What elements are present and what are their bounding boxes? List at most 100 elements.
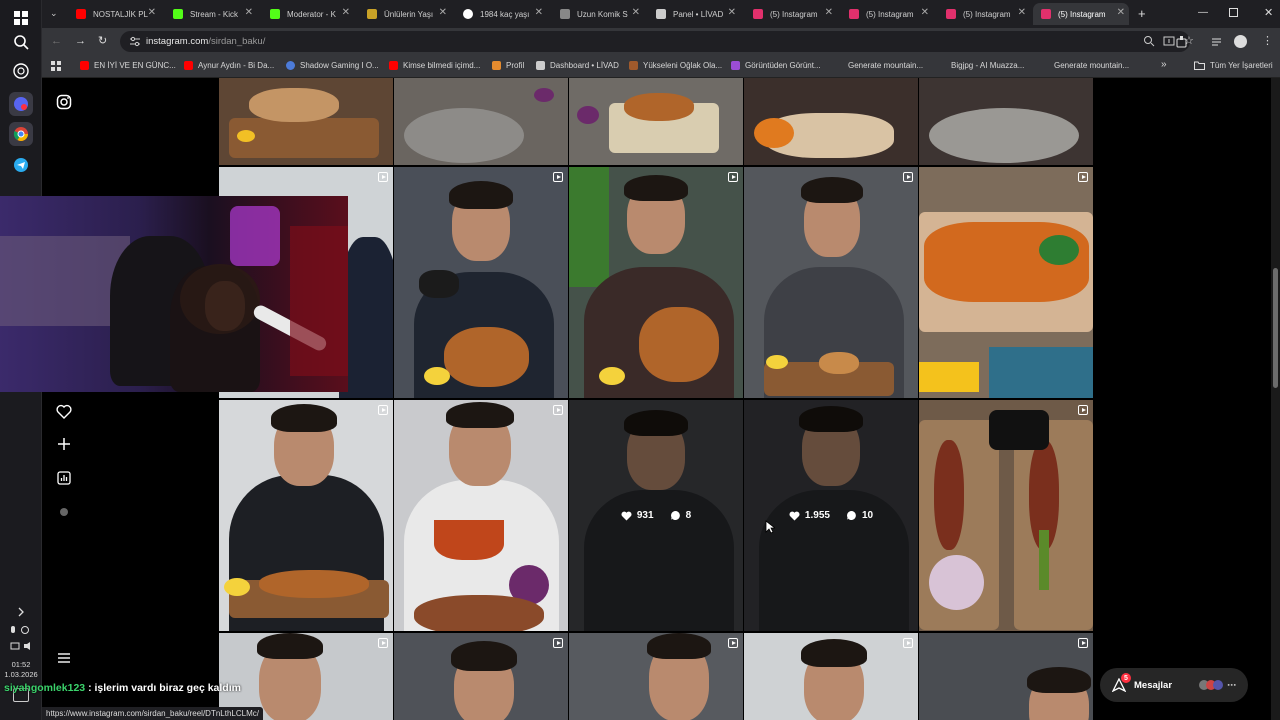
tab-3[interactable]: Ünlülerin Yaşı ✕ [359, 3, 451, 25]
tab-5[interactable]: Uzun Komik S ✕ [552, 3, 644, 25]
instagram-icon [1041, 9, 1051, 19]
extensions-icon[interactable] [1176, 36, 1188, 48]
bookmark-0[interactable]: EN İYİ VE EN GÜNC... [80, 61, 176, 70]
menu-kebab-icon[interactable]: ⋮ [1262, 34, 1273, 47]
post-thumbnail[interactable] [919, 167, 1093, 398]
tab-close-icon[interactable]: ✕ [1018, 7, 1026, 18]
zoom-icon[interactable] [1143, 35, 1155, 47]
messages-button[interactable]: 5 Mesajlar ⋯ [1100, 668, 1248, 702]
forward-icon[interactable]: → [75, 35, 86, 47]
notifications-heart-icon[interactable] [54, 401, 74, 421]
telegram-icon[interactable] [9, 153, 33, 177]
post-thumbnail-hovered[interactable]: 931 8 [569, 400, 743, 631]
post-thumbnail[interactable] [919, 633, 1093, 720]
tab-active[interactable]: (5) Instagram ✕ [1033, 3, 1129, 25]
instagram-logo-icon[interactable] [54, 92, 74, 112]
network-volume-icon[interactable] [9, 634, 33, 658]
new-tab-button[interactable]: + [1138, 6, 1146, 21]
post-thumbnail[interactable] [219, 78, 393, 165]
post-thumbnail[interactable] [744, 633, 918, 720]
bookmark-10[interactable]: Generate mountain... [1054, 61, 1129, 70]
tab-close-icon[interactable]: ✕ [148, 7, 156, 18]
tab-close-icon[interactable]: ✕ [825, 7, 833, 18]
tab-2[interactable]: Moderator - K ✕ [262, 3, 354, 25]
toolbar: ← → ↻ instagram.com/sirdan_baku/ ☆ ⋮ [42, 28, 1280, 55]
comment-icon [846, 511, 856, 520]
discord-app-icon[interactable] [9, 92, 33, 116]
post-thumbnail[interactable] [394, 78, 568, 165]
tab-1[interactable]: Stream - Kick ✕ [165, 3, 257, 25]
post-thumbnail[interactable] [744, 78, 918, 165]
post-thumbnail[interactable] [919, 400, 1093, 631]
youtube-icon [389, 61, 398, 70]
tab-9[interactable]: (5) Instagram ✕ [938, 3, 1030, 25]
instagram-icon [849, 9, 859, 19]
bookmark-7[interactable]: Görüntüden Görünt... [731, 61, 821, 70]
post-thumbnail-hovered[interactable]: 1.955 10 [744, 400, 918, 631]
tab-close-icon[interactable]: ✕ [1117, 7, 1125, 18]
more-bookmarks-button[interactable]: » [1161, 59, 1167, 70]
bookmark-5[interactable]: Dashboard • LİVAD [536, 61, 619, 70]
minimize-icon[interactable]: — [1198, 7, 1208, 18]
media-controls-icon[interactable] [1211, 36, 1223, 48]
dashboard-chart-icon[interactable] [54, 468, 74, 488]
clock-date: 1.03.2026 [4, 670, 38, 679]
chrome-icon[interactable] [9, 122, 33, 146]
bookmark-9[interactable]: Bigjpg - AI Muazza... [951, 61, 1024, 70]
tab-close-icon[interactable]: ✕ [921, 7, 929, 18]
create-plus-icon[interactable] [54, 434, 74, 454]
windows-start-icon[interactable] [9, 6, 33, 30]
post-thumbnail[interactable] [394, 167, 568, 398]
tab-close-icon[interactable]: ✕ [245, 7, 253, 18]
site-info-icon[interactable] [129, 36, 141, 47]
scrollbar-thumb[interactable] [1273, 268, 1278, 388]
close-window-icon[interactable]: ✕ [1264, 6, 1273, 19]
post-thumbnail[interactable] [394, 400, 568, 631]
all-bookmarks-folder[interactable]: Tüm Yer İşaretleri [1194, 61, 1273, 70]
tab-close-icon[interactable]: ✕ [728, 7, 736, 18]
post-thumbnail[interactable] [219, 400, 393, 631]
restore-icon[interactable] [1229, 8, 1238, 17]
tab-7[interactable]: (5) Instagram ✕ [745, 3, 837, 25]
tab-close-icon[interactable]: ✕ [535, 7, 543, 18]
bookmark-4[interactable]: Profil [492, 61, 524, 70]
folder-icon [1194, 61, 1205, 70]
install-app-icon[interactable] [1163, 35, 1175, 47]
post-thumbnail[interactable] [569, 633, 743, 720]
apps-grid-icon[interactable] [51, 61, 61, 71]
more-menu-icon[interactable] [54, 648, 74, 668]
profile-avatar-nav[interactable] [54, 502, 74, 522]
bookmark-8[interactable]: Generate mountain... [848, 61, 923, 70]
profile-avatar[interactable] [1234, 35, 1247, 48]
bookmark-2[interactable]: Shadow Gaming I O... [286, 61, 379, 70]
tab-search-chevron-icon[interactable]: ⌄ [50, 8, 58, 19]
chatgpt-icon[interactable] [9, 59, 33, 83]
post-thumbnail[interactable] [394, 633, 568, 720]
tab-close-icon[interactable]: ✕ [439, 7, 447, 18]
tab-6[interactable]: Panel • LİVAD ✕ [648, 3, 740, 25]
post-hover-overlay: 1.955 10 [744, 400, 918, 631]
post-thumbnail[interactable] [919, 78, 1093, 165]
reload-icon[interactable]: ↻ [98, 34, 107, 47]
page-scrollbar[interactable] [1271, 78, 1280, 720]
bookmark-1[interactable]: Aynur Aydın - Bi Da... [184, 61, 274, 70]
tab-close-icon[interactable]: ✕ [342, 7, 350, 18]
post-thumbnail[interactable] [569, 167, 743, 398]
reel-icon [728, 172, 738, 182]
address-bar[interactable]: instagram.com/sirdan_baku/ ☆ [120, 31, 1194, 52]
taskbar-clock[interactable]: 01:52 1.03.2026 [4, 660, 38, 680]
bookmark-6[interactable]: Yükseleni Oğlak Ola... [629, 61, 722, 70]
post-thumbnail[interactable] [569, 78, 743, 165]
tab-0[interactable]: NOSTALJİK PL ✕ [68, 3, 160, 25]
tab-strip: ⌄ NOSTALJİK PL ✕ Stream - Kick ✕ Moderator… [42, 0, 1280, 28]
back-icon[interactable]: ← [51, 35, 62, 47]
post-thumbnail[interactable] [744, 167, 918, 398]
tab-8[interactable]: (5) Instagram ✕ [841, 3, 933, 25]
tab-close-icon[interactable]: ✕ [632, 7, 640, 18]
search-icon[interactable] [9, 30, 33, 54]
tab-4[interactable]: 1984 kaç yaşı ✕ [455, 3, 547, 25]
url-path: /sirdan_baku/ [208, 36, 266, 47]
url-text: instagram.com/sirdan_baku/ [146, 36, 265, 47]
instagram-sidebar [42, 78, 86, 720]
bookmark-3[interactable]: Kimse bilmedi içimd... [389, 61, 480, 70]
